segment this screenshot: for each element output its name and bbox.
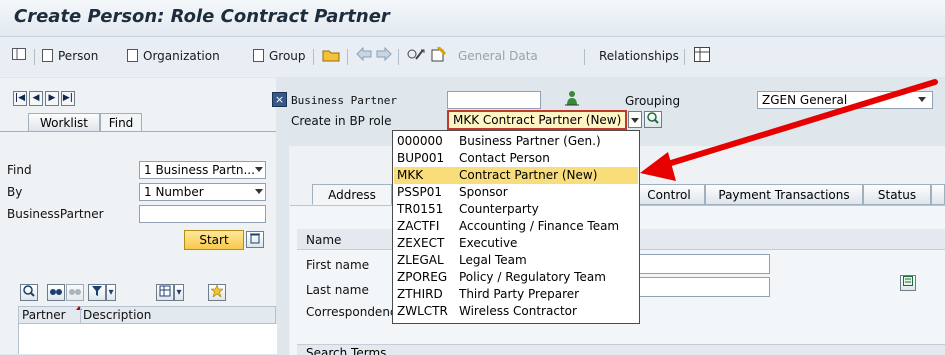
arrow-head bbox=[640, 152, 676, 181]
annotation-arrow bbox=[640, 79, 938, 181]
arrow-shaft bbox=[655, 79, 938, 170]
